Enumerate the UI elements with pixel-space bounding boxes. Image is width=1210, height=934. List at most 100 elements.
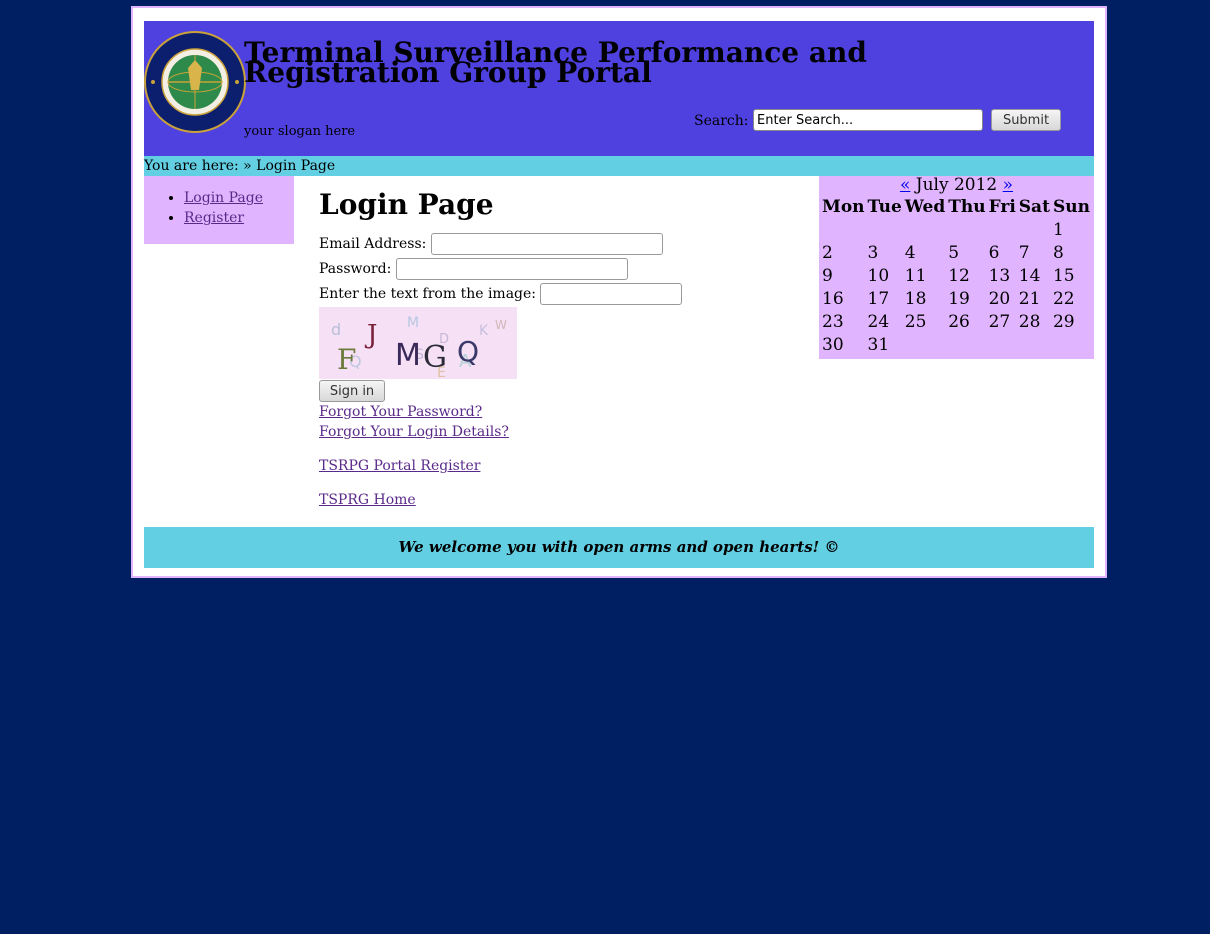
calendar-day: 15 (1052, 266, 1075, 286)
weekday-header: Wed (904, 197, 946, 217)
captcha-row: Enter the text from the image: (319, 282, 809, 307)
portal-register-link[interactable]: TSRPG Portal Register (319, 458, 480, 474)
svg-text:J: J (364, 320, 377, 350)
faa-seal-logo (144, 31, 246, 133)
svg-text:M: M (395, 338, 421, 373)
email-field[interactable] (430, 233, 663, 255)
page-title: Login Page (319, 188, 494, 221)
calendar-day: 23 (822, 312, 844, 332)
forgot-password-row: Forgot Your Password? (319, 402, 809, 422)
password-field[interactable] (395, 258, 628, 280)
main-content: Login Page Email Address: Password: Ente… (319, 176, 809, 510)
calendar-day: 24 (867, 312, 890, 332)
calendar-prev-link[interactable]: « (900, 175, 910, 195)
svg-text:M: M (407, 315, 419, 331)
email-row: Email Address: (319, 232, 809, 257)
calendar-next-link[interactable]: » (1003, 175, 1013, 195)
site-slogan: your slogan here (244, 124, 356, 139)
content-frame: Terminal Surveillance Performance and Re… (144, 19, 1094, 568)
calendar-day (989, 335, 1016, 355)
calendar-day (868, 220, 902, 240)
calendar-day: 17 (867, 289, 890, 309)
calendar-day (822, 220, 865, 240)
weekday-header: Mon (822, 197, 865, 217)
calendar-weekday-row: Mon Tue Wed Thu Fri Sat Sun (822, 197, 1090, 217)
calendar-day: 1 (1052, 220, 1064, 240)
calendar-caption: « July 2012 » (819, 176, 1094, 194)
calendar-day: 26 (948, 312, 970, 332)
sidebar-list: Login Page Register (144, 176, 294, 228)
calendar-day: 25 (904, 312, 927, 332)
calendar-day: 14 (1018, 266, 1041, 286)
captcha-label: Enter the text from the image: (319, 286, 537, 302)
captcha-field[interactable] (540, 283, 683, 305)
weekday-header: Sat (1018, 197, 1050, 217)
calendar-day (989, 220, 1016, 240)
search-label: Search: (694, 113, 749, 129)
svg-text:G: G (423, 340, 447, 375)
calendar-day (905, 220, 945, 240)
login-page-link[interactable]: Login Page (184, 190, 263, 206)
sidebar-nav: Login Page Register (144, 176, 294, 244)
svg-text:d: d (331, 320, 341, 339)
calendar-day: 20 (988, 289, 1011, 309)
search-submit-button[interactable]: Submit (991, 109, 1061, 131)
site-title: Terminal Surveillance Performance and Re… (244, 36, 867, 89)
site-footer: We welcome you with open arms and open h… (144, 527, 1094, 568)
calendar-day: 27 (988, 312, 1011, 332)
calendar-day: 18 (904, 289, 927, 309)
calendar-day: 31 (867, 335, 890, 355)
calendar-week-row: 16 17 18 19 20 21 22 (822, 289, 1090, 309)
weekday-header: Fri (988, 197, 1016, 217)
calendar-table: Mon Tue Wed Thu Fri Sat Sun 1 2 3 4 5 6 … (819, 194, 1093, 358)
register-link[interactable]: Register (184, 210, 244, 226)
password-label: Password: (319, 261, 392, 277)
calendar-week-row: 30 31 (822, 335, 1090, 355)
calendar-day: 19 (948, 289, 970, 309)
calendar-day (1019, 335, 1050, 355)
calendar-day (905, 335, 945, 355)
search-input[interactable] (753, 109, 983, 131)
sidebar-item-register: Register (184, 208, 294, 228)
svg-text:Q: Q (457, 335, 479, 368)
calendar-week-row: 1 (822, 220, 1090, 240)
calendar-day: 28 (1018, 312, 1041, 332)
weekday-header: Sun (1052, 197, 1090, 217)
calendar-week-row: 2 3 4 5 6 7 8 (822, 243, 1090, 263)
home-link[interactable]: TSPRG Home (319, 492, 416, 508)
calendar-day: 5 (948, 243, 960, 263)
calendar-day: 22 (1052, 289, 1075, 309)
email-label: Email Address: (319, 236, 427, 252)
calendar-widget: « July 2012 » Mon Tue Wed Thu Fri Sat Su… (819, 176, 1094, 359)
calendar-day: 11 (904, 266, 927, 286)
weekday-header: Thu (948, 197, 986, 217)
calendar-day (1053, 335, 1090, 355)
calendar-day: 8 (1052, 243, 1064, 263)
calendar-day: 29 (1052, 312, 1075, 332)
svg-text:W: W (495, 318, 507, 332)
forgot-login-link[interactable]: Forgot Your Login Details? (319, 424, 509, 440)
password-row: Password: (319, 257, 809, 282)
calendar-day: 21 (1018, 289, 1041, 309)
captcha-text: F (337, 343, 356, 376)
sign-in-button[interactable]: Sign in (319, 380, 385, 402)
calendar-week-row: 23 24 25 26 27 28 29 (822, 312, 1090, 332)
forgot-password-link[interactable]: Forgot Your Password? (319, 404, 482, 420)
calendar-day: 9 (822, 266, 833, 286)
calendar-day: 6 (988, 243, 1000, 263)
site-header: Terminal Surveillance Performance and Re… (144, 21, 1094, 156)
forgot-login-row: Forgot Your Login Details? (319, 422, 809, 442)
calendar-day (948, 220, 985, 240)
sidebar-item-login: Login Page (184, 188, 294, 208)
calendar-day (948, 335, 985, 355)
calendar-month: July 2012 (915, 175, 998, 195)
calendar-day: 16 (822, 289, 844, 309)
weekday-header: Tue (867, 197, 902, 217)
home-row: TSPRG Home (319, 490, 809, 510)
calendar-day: 30 (822, 335, 844, 355)
calendar-day (1019, 220, 1050, 240)
breadcrumb: You are here: » Login Page (144, 156, 1094, 176)
portal-register-row: TSRPG Portal Register (319, 456, 809, 476)
